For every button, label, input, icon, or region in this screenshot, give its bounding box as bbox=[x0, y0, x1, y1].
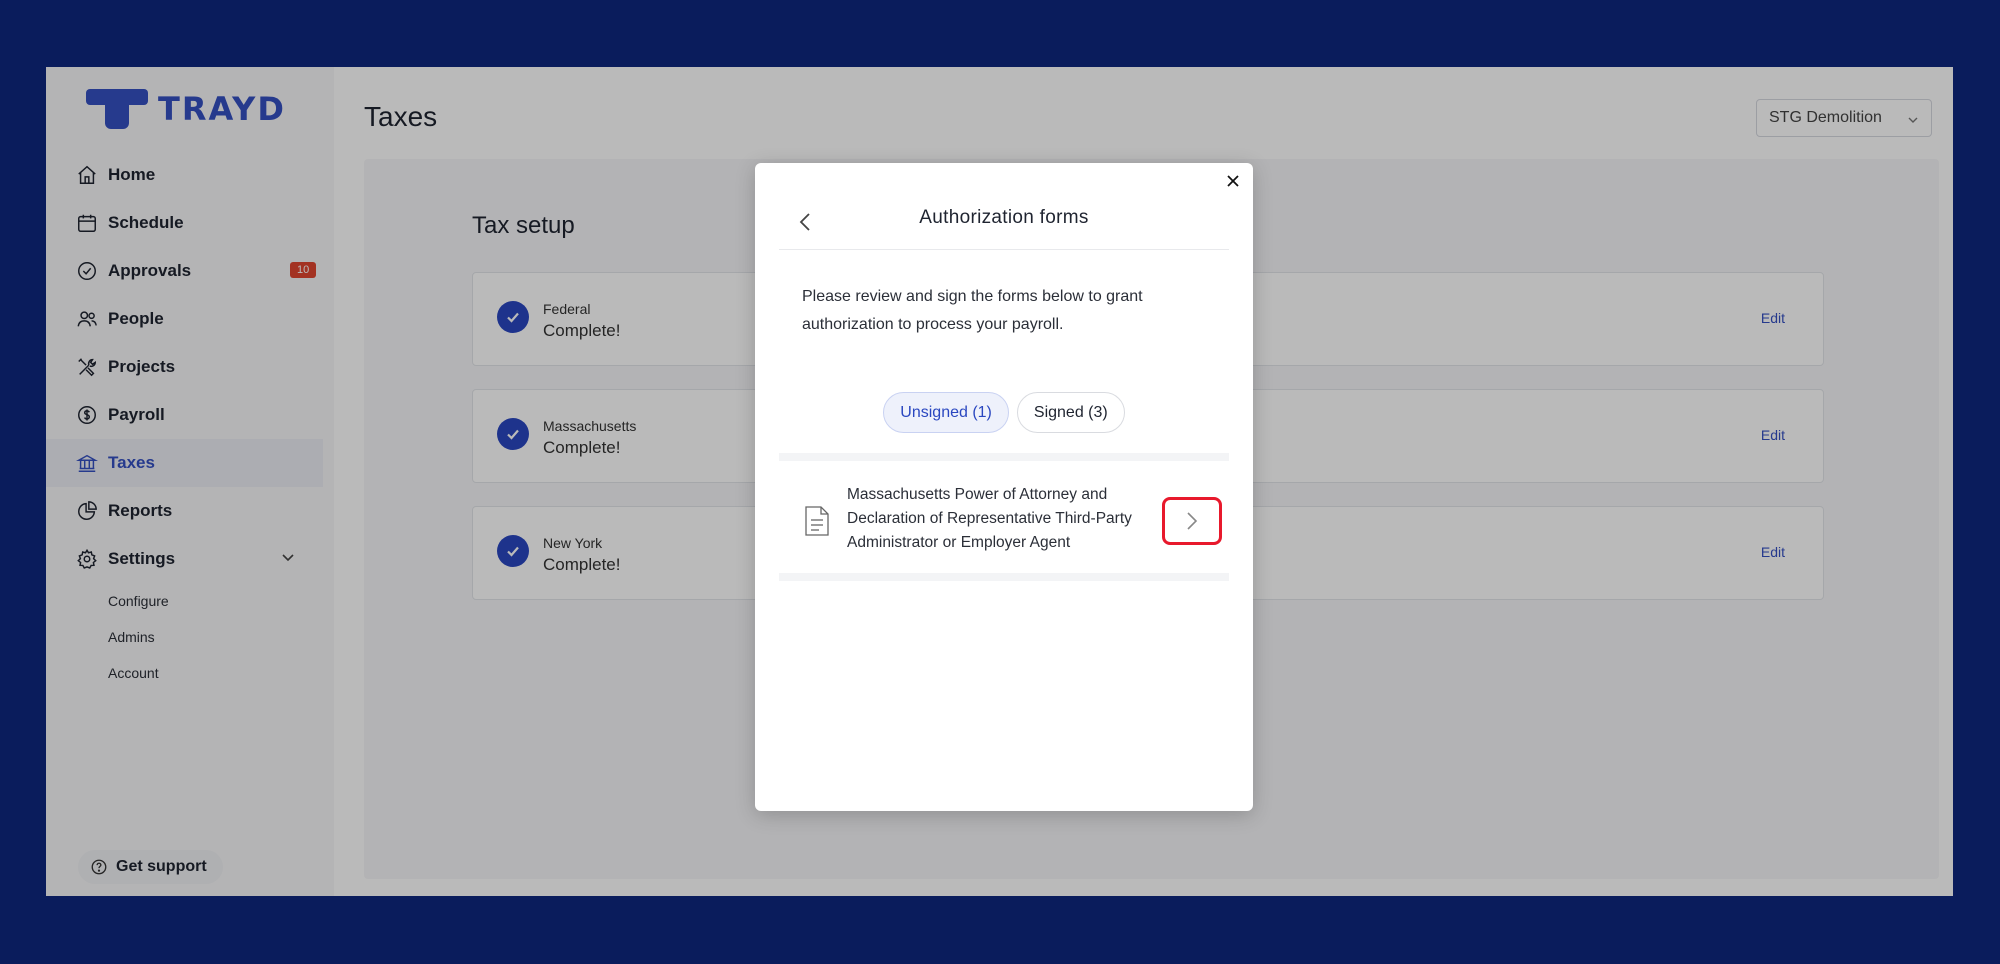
modal-description: Please review and sign the forms below t… bbox=[802, 288, 1143, 333]
tab-unsigned[interactable]: Unsigned (1) bbox=[883, 392, 1009, 433]
modal-title: Authorization forms bbox=[919, 207, 1089, 228]
chevron-right-icon bbox=[1187, 512, 1198, 530]
authorization-forms-modal: Authorization forms Please review and si… bbox=[755, 163, 1253, 811]
forms-list: Massachusetts Power of Attorney and Decl… bbox=[779, 453, 1229, 581]
tab-signed[interactable]: Signed (3) bbox=[1016, 392, 1125, 433]
form-title: Massachusetts Power of Attorney and Decl… bbox=[847, 486, 1132, 551]
open-form-button[interactable] bbox=[1162, 497, 1222, 545]
document-icon bbox=[804, 505, 830, 542]
divider bbox=[779, 249, 1229, 250]
close-icon[interactable] bbox=[1223, 171, 1243, 191]
forms-tabs: Unsigned (1) Signed (3) bbox=[755, 392, 1253, 433]
